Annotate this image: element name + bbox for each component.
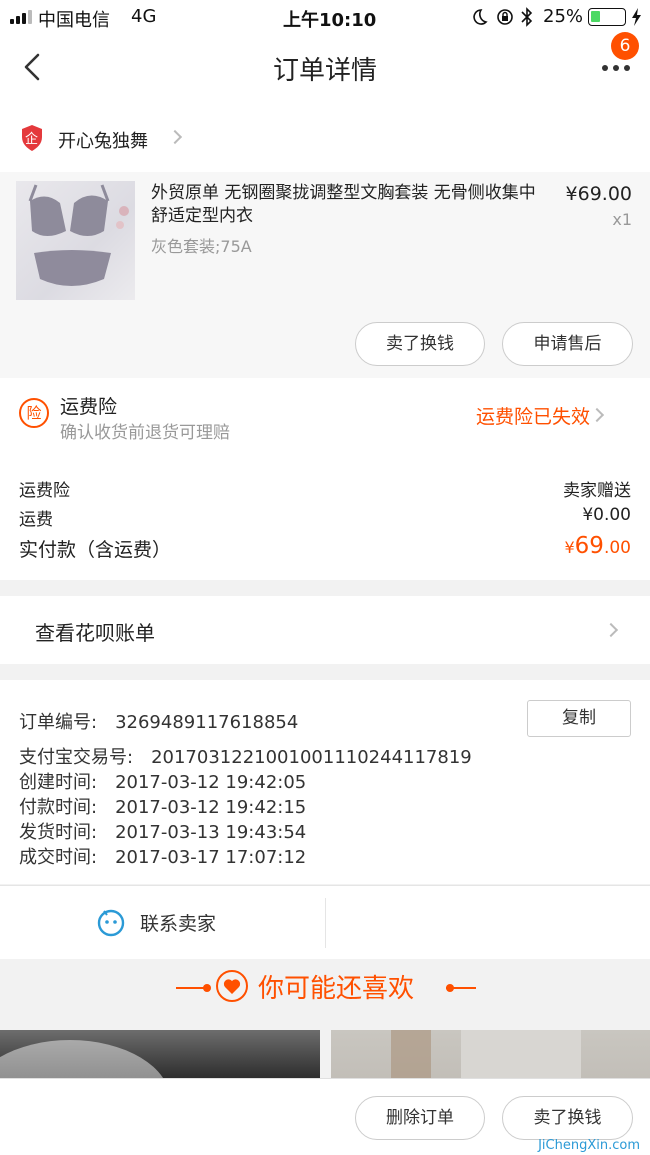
delete-order-button[interactable]: 删除订单 [355, 1096, 485, 1140]
fee-paid-label: 实付款（含运费） [19, 539, 172, 561]
bottom-action-bar: 删除订单 卖了换钱 JiChengXin.com [0, 1078, 650, 1155]
contact-seller-label: 联系卖家 [140, 913, 217, 935]
contact-seller-button[interactable]: 联系卖家 [0, 886, 325, 958]
product-card[interactable]: 外贸原单 无钢圈聚拢调整型文胸套装 无骨侧收集中舒适定型内衣 灰色套装;75A … [0, 172, 650, 378]
network-label: 4G [131, 6, 157, 27]
insurance-title: 运费险 [60, 396, 118, 418]
heart-icon [216, 970, 248, 1002]
order-info: 订单编号: 3269489117618854 复制 支付宝交易号: 20170312… [0, 680, 650, 884]
shipping-insurance-row[interactable]: 险 运费险 确认收货前退货可理赔 运费险已失效 [0, 378, 650, 450]
copy-button[interactable]: 复制 [527, 700, 631, 737]
resell-button[interactable]: 卖了换钱 [355, 322, 485, 366]
huabei-label: 查看花呗账单 [35, 621, 155, 645]
resell-button[interactable]: 卖了换钱 [502, 1096, 633, 1140]
product-title[interactable]: 外贸原单 无钢圈聚拢调整型文胸套装 无骨侧收集中舒适定型内衣 [151, 182, 536, 228]
carrier-label: 中国电信 [38, 10, 110, 31]
moon-icon [473, 9, 488, 25]
clock: 上午10:10 [283, 10, 377, 31]
divider [325, 898, 326, 948]
product-thumbnail[interactable] [16, 181, 135, 300]
battery-icon [588, 8, 626, 26]
fee-shipping-label: 运费 [19, 510, 53, 530]
contact-bar: 联系卖家 [0, 885, 650, 959]
alipay-trade-row: 支付宝交易号: 2017031221001001110244117819 [19, 747, 472, 768]
title-decor-line [176, 987, 206, 989]
fee-summary: 运费险 卖家赠送 运费 ¥0.00 实付款（含运费） ¥69.00 [0, 450, 650, 580]
title-decor-line [446, 987, 476, 989]
insurance-icon: 险 [19, 398, 49, 428]
fee-insurance-label: 运费险 [19, 481, 70, 501]
fee-insurance-value: 卖家赠送 [563, 481, 631, 501]
fee-shipping-value: ¥0.00 [582, 505, 631, 525]
product-price: ¥69.00 [565, 183, 632, 205]
battery-percent: 25% [543, 6, 584, 27]
title-decor-dot [203, 984, 211, 992]
enterprise-shield-icon: 企 [20, 124, 44, 152]
nav-bar: 订单详情 [0, 34, 650, 102]
shop-row[interactable]: 企 开心兔独舞 [0, 102, 650, 172]
paid-time-row: 付款时间: 2017-03-12 19:42:15 [19, 797, 307, 818]
chat-face-icon [97, 909, 125, 937]
chevron-right-icon [589, 407, 605, 423]
bluetooth-icon [521, 7, 533, 27]
insurance-subtitle: 确认收货前退货可理赔 [60, 423, 230, 443]
recommend-title: 你可能还喜欢 [258, 974, 415, 1004]
watermark: JiChengXin.com [538, 1138, 640, 1153]
completed-time-row: 成交时间: 2017-03-17 17:07:12 [19, 847, 307, 868]
after-sale-button[interactable]: 申请售后 [502, 322, 633, 366]
status-bar: 中国电信 4G 上午10:10 25% [0, 0, 650, 34]
chevron-right-icon [603, 622, 619, 638]
fee-paid-value: ¥69.00 [564, 533, 631, 559]
chevron-right-icon [167, 129, 183, 145]
huabei-bill-row[interactable]: 查看花呗账单 [0, 596, 650, 664]
product-sku: 灰色套装;75A [151, 237, 252, 256]
created-time-row: 创建时间: 2017-03-12 19:42:05 [19, 772, 307, 793]
shipped-time-row: 发货时间: 2017-03-13 19:43:54 [19, 822, 307, 843]
signal-icon [10, 10, 32, 24]
notification-badge: 6 [611, 32, 639, 60]
page-title: 订单详情 [272, 56, 377, 86]
product-quantity: x1 [612, 210, 632, 229]
orientation-lock-icon [497, 9, 513, 25]
charging-icon [632, 8, 641, 26]
order-number-row: 订单编号: 3269489117618854 [19, 712, 299, 733]
shop-name: 开心兔独舞 [58, 131, 148, 152]
insurance-status: 运费险已失效 [475, 406, 590, 428]
